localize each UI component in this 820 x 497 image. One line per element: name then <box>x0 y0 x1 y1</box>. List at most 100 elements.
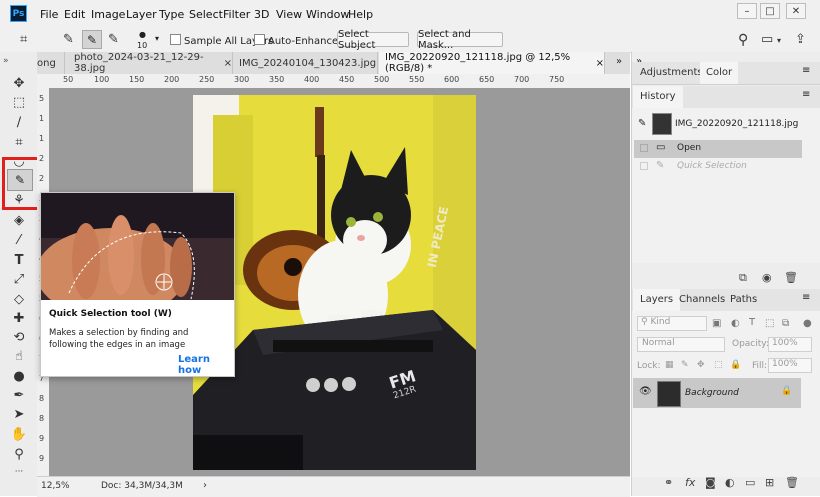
zoom-level[interactable]: 12,5% <box>41 481 70 491</box>
add-mask-icon[interactable]: ◙ <box>705 476 716 489</box>
maximize-button[interactable]: □ <box>760 3 780 19</box>
menu-view[interactable]: View <box>276 8 302 21</box>
lock-transparency-icon[interactable]: ▦ <box>665 360 674 370</box>
path-selection-tool-icon[interactable]: ➤ <box>10 405 28 423</box>
fill-input[interactable]: 100% <box>768 358 812 373</box>
lock-all-icon[interactable]: 🔒 <box>730 360 741 370</box>
lasso-tool-icon[interactable]: ∕ <box>10 113 28 131</box>
menu-select[interactable]: Select <box>189 8 223 21</box>
tab-close-icon[interactable]: × <box>596 58 604 69</box>
menu-help[interactable]: Help <box>348 8 373 21</box>
close-button[interactable]: ✕ <box>786 3 806 19</box>
more-tabs-icon[interactable]: » <box>616 56 622 67</box>
tab-img-2024[interactable]: IMG_20240104_130423.jpg× <box>233 52 392 74</box>
filter-type-icon[interactable]: T <box>749 317 755 328</box>
collapse-tools-icon[interactable]: » <box>3 56 9 66</box>
delete-state-icon[interactable]: 🗑 <box>784 271 798 284</box>
history-snapshot-label[interactable]: IMG_20220920_121118.jpg <box>675 119 798 129</box>
tab-layers[interactable]: Layers <box>633 289 681 311</box>
tab-channels[interactable]: Channels <box>679 294 725 305</box>
minimize-button[interactable]: – <box>737 3 757 19</box>
smudge-tool-icon[interactable]: ☝ <box>10 347 28 365</box>
new-snapshot-icon[interactable]: ◉ <box>762 271 772 284</box>
adjustment-layer-icon[interactable]: ◐ <box>725 476 735 489</box>
tab-paths[interactable]: Paths <box>730 294 757 305</box>
share-icon[interactable]: ⇪ <box>795 32 806 47</box>
filter-toggle-icon[interactable]: ● <box>803 318 812 329</box>
filter-smart-object-icon[interactable]: ⧉ <box>782 318 789 329</box>
workspace-arrow-icon[interactable]: ▾ <box>777 36 781 45</box>
menu-edit[interactable]: Edit <box>64 8 85 21</box>
tab-adjustments[interactable]: Adjustments <box>640 67 703 78</box>
panel-menu-icon[interactable]: ≡ <box>802 65 810 76</box>
tab-close-icon[interactable]: × <box>224 58 232 69</box>
zoom-tool-icon[interactable]: ⚲ <box>10 445 28 463</box>
opacity-input[interactable]: 100% <box>768 337 812 352</box>
menu-layer[interactable]: Layer <box>126 8 157 21</box>
lock-artboard-icon[interactable]: ⬚ <box>714 360 723 370</box>
eraser-tool-icon[interactable]: ◇ <box>10 290 28 308</box>
menu-file[interactable]: File <box>40 8 58 21</box>
lock-position-icon[interactable]: ✥ <box>697 360 705 370</box>
tab-color[interactable]: Color <box>700 62 739 84</box>
snapshot-thumbnail[interactable] <box>652 113 672 135</box>
delete-layer-icon[interactable]: 🗑 <box>785 476 799 489</box>
eyedropper-tool-icon[interactable]: ⤢ <box>10 270 28 288</box>
filter-adjustment-icon[interactable]: ◐ <box>731 318 740 329</box>
learn-how-link[interactable]: Learn how <box>178 354 234 376</box>
history-state-quick-selection[interactable]: ✎ Quick Selection <box>634 158 802 176</box>
menu-3d[interactable]: 3D <box>254 8 269 21</box>
tab-history[interactable]: History <box>633 86 683 108</box>
brush-dot-icon[interactable]: ● <box>139 30 146 39</box>
tool-preset-icon[interactable]: ⌗ <box>20 32 27 47</box>
select-and-mask-button[interactable]: Select and Mask... <box>417 29 503 51</box>
healing-tool-icon[interactable]: ✚ <box>10 309 28 327</box>
move-tool-icon[interactable]: ✥ <box>10 74 28 92</box>
auto-enhance-checkbox[interactable]: Auto-Enhance <box>254 34 338 47</box>
add-to-selection-icon[interactable]: ✎ <box>82 30 102 49</box>
eye-icon[interactable]: 👁 <box>639 386 652 397</box>
brush-tool-icon[interactable]: ⁄ <box>10 231 28 249</box>
brush-picker-arrow-icon[interactable]: ▾ <box>155 34 159 43</box>
history-menu-icon[interactable]: ≡ <box>802 89 810 100</box>
marquee-tool-icon[interactable]: ⬚ <box>10 93 28 111</box>
menu-type[interactable]: Type <box>159 8 184 21</box>
layer-row-background[interactable]: 👁 Background 🔒 <box>633 378 801 408</box>
layer-name[interactable]: Background <box>685 388 739 398</box>
menu-image[interactable]: Image <box>91 8 125 21</box>
history-brush-source-icon[interactable]: ✎ <box>638 118 646 129</box>
layers-menu-icon[interactable]: ≡ <box>802 292 810 303</box>
history-brush-tool-icon[interactable]: ⟲ <box>10 328 28 346</box>
lock-pixels-icon[interactable]: ✎ <box>681 360 689 370</box>
brush-size-value[interactable]: 10 <box>137 41 147 50</box>
type-tool-icon[interactable]: T <box>10 251 28 269</box>
workspace-icon[interactable]: ▭ <box>761 32 773 47</box>
pen-tool-icon[interactable]: ✒ <box>10 386 28 404</box>
search-icon[interactable]: ⚲ <box>738 32 748 48</box>
tab-clipped[interactable]: ong <box>37 52 65 74</box>
history-checkbox[interactable] <box>640 162 648 170</box>
layer-style-icon[interactable]: fx <box>685 476 695 489</box>
layer-kind-filter[interactable]: ⚲ Kind <box>637 316 707 331</box>
link-layers-icon[interactable]: ⚭ <box>664 476 673 489</box>
new-document-from-state-icon[interactable]: ⧉ <box>739 271 747 285</box>
new-selection-icon[interactable]: ✎ <box>63 32 74 47</box>
new-group-icon[interactable]: ▭ <box>745 476 755 489</box>
filter-image-icon[interactable]: ▣ <box>712 318 721 329</box>
history-state-open[interactable]: ▭ Open <box>634 140 802 158</box>
hand-tool-icon[interactable]: ✋ <box>10 425 28 443</box>
history-checkbox[interactable] <box>640 144 648 152</box>
blend-mode-select[interactable]: Normal <box>637 337 725 352</box>
menu-filter[interactable]: Filter <box>223 8 250 21</box>
doc-size[interactable]: Doc: 34,3M/34,3M <box>101 481 183 491</box>
tab-photo[interactable]: photo_2024-03-21_12-29-38.jpg × <box>68 52 233 74</box>
crop-tool-icon[interactable]: ⌗ <box>10 133 28 151</box>
more-tools-icon[interactable]: ··· <box>10 463 28 481</box>
document-image[interactable]: FM 212R IN PEACE <box>193 95 476 470</box>
filter-shape-icon[interactable]: ⬚ <box>765 318 774 329</box>
status-arrow-icon[interactable]: › <box>203 480 207 491</box>
dodge-tool-icon[interactable]: ● <box>10 367 28 385</box>
tab-active-document[interactable]: IMG_20220920_121118.jpg @ 12,5% (RGB/8) … <box>379 52 605 74</box>
paint-bucket-tool-icon[interactable]: ◈ <box>10 211 28 229</box>
new-layer-icon[interactable]: ⊞ <box>765 476 774 489</box>
